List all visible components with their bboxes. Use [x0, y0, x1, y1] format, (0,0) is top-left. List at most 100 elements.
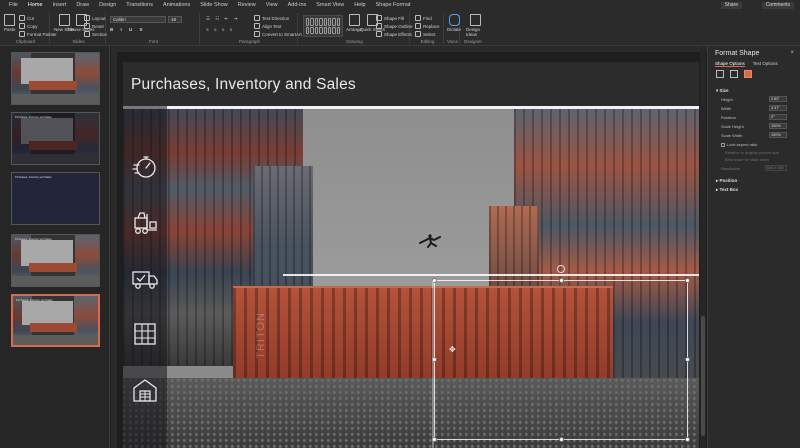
slide-thumbnail-5[interactable]: 5 Purchases, Inventory and Sales — [11, 294, 100, 347]
design-ideas-button[interactable]: Design Ideas — [466, 14, 484, 37]
tab-review[interactable]: Review — [233, 0, 261, 11]
paste-button[interactable]: Paste — [4, 14, 16, 32]
scale-width-field[interactable]: 100% — [769, 132, 787, 138]
delivery-truck-icon[interactable] — [131, 264, 159, 292]
tab-text-options[interactable]: Text Options — [753, 61, 778, 67]
tab-draw[interactable]: Draw — [71, 0, 94, 11]
shape-fill-button[interactable]: Shape Fill — [376, 15, 404, 21]
resize-handle-top[interactable] — [559, 278, 564, 283]
tab-file[interactable]: File — [4, 0, 23, 11]
tab-shape-format[interactable]: Shape Format — [371, 0, 416, 11]
cut-button[interactable]: Cut — [19, 15, 34, 21]
layout-button[interactable]: Layout — [84, 15, 106, 21]
cursor-icon — [415, 31, 421, 37]
slide-title[interactable]: Purchases, Inventory and Sales — [131, 76, 356, 94]
comments-button[interactable]: Comments — [761, 2, 794, 9]
lock-aspect-checkbox[interactable]: Lock aspect ratio — [721, 142, 757, 147]
resize-handle-top-right[interactable] — [685, 278, 690, 283]
brush-icon — [19, 31, 25, 37]
tab-transitions[interactable]: Transitions — [121, 0, 158, 11]
fill-line-icon[interactable] — [716, 70, 724, 78]
tab-insert[interactable]: Insert — [48, 0, 72, 11]
resize-handle-bottom[interactable] — [559, 437, 564, 442]
microphone-icon — [448, 14, 460, 26]
pallet-shelf-icon[interactable] — [131, 320, 159, 348]
shape-effects-button[interactable]: Shape Effects — [376, 31, 412, 37]
share-button[interactable]: Share — [720, 2, 742, 9]
effects-pentagon-icon[interactable] — [730, 70, 738, 78]
textbox-section-header[interactable]: ▸ Text Box — [716, 187, 738, 193]
resize-handle-right[interactable] — [685, 357, 690, 362]
stopwatch-icon[interactable] — [131, 152, 159, 180]
section-icon — [84, 31, 90, 37]
vertical-scrollbar[interactable] — [700, 46, 706, 448]
size-section-header[interactable]: ▾ Size — [716, 88, 729, 94]
font-format-buttons[interactable]: B I U S — [110, 27, 146, 32]
reset-button[interactable]: Reset — [84, 23, 104, 29]
text-direction-button[interactable]: Text Direction — [254, 15, 289, 21]
search-icon — [415, 15, 421, 21]
find-button[interactable]: Find — [415, 15, 432, 21]
size-properties-icon[interactable] — [744, 70, 752, 78]
align-buttons[interactable]: ≡ ≡ ≡ ≡ — [206, 27, 234, 32]
font-name-field[interactable]: Calibri — [110, 16, 166, 23]
shape-outline-button[interactable]: Shape Outline — [376, 23, 413, 29]
font-size-field[interactable]: 18 — [168, 16, 182, 23]
warehouse-icon[interactable] — [131, 376, 159, 404]
rotation-field[interactable]: 0° — [769, 114, 787, 120]
font-label: Font — [148, 39, 158, 44]
tab-help[interactable]: Help — [349, 0, 370, 11]
convert-smartart-button[interactable]: Convert to SmartArt — [254, 31, 302, 37]
resolution-row: Resolution 640 x 480 — [721, 165, 793, 173]
paragraph-group: ☰ ☷ ⇤ ⇥ ≡ ≡ ≡ ≡ Text Direction Align Tex… — [202, 13, 302, 44]
font-group: Calibri 18 B I U S Font — [108, 13, 200, 44]
copy-button[interactable]: Copy — [19, 23, 38, 29]
tab-animations[interactable]: Animations — [158, 0, 195, 11]
rotate-handle[interactable] — [557, 265, 565, 273]
list-buttons[interactable]: ☰ ☷ ⇤ ⇥ — [206, 16, 239, 22]
pane-title: Format Shape — [715, 50, 760, 57]
slide-thumbnail-3[interactable]: 3 Purchases, Inventory and Sales — [11, 172, 100, 225]
select-button[interactable]: Select — [415, 31, 436, 37]
width-field[interactable]: 4.37" — [769, 105, 787, 111]
layout-icon — [84, 15, 90, 21]
relative-original-checkbox[interactable]: Relative to original picture size — [725, 150, 779, 155]
scrollbar-thumb[interactable] — [701, 316, 705, 436]
position-section-header[interactable]: ▸ Position — [716, 178, 737, 184]
vertical-ruler — [111, 46, 117, 448]
tab-home[interactable]: Home — [22, 0, 48, 12]
slide-thumbnail-2[interactable]: 2 Purchases, Inventory and Sales — [11, 112, 100, 165]
scale-height-row: Scale Height 100% — [721, 123, 793, 131]
paste-icon — [4, 14, 16, 26]
tab-design[interactable]: Design — [94, 0, 121, 11]
paint-bucket-icon — [376, 15, 382, 21]
replace-icon — [415, 23, 421, 29]
ribbon: Paste Cut Copy Format Painter Clipboard … — [0, 11, 800, 46]
reset-icon — [84, 23, 90, 29]
scale-height-field[interactable]: 100% — [769, 123, 787, 129]
dictate-button[interactable]: Dictate — [447, 14, 461, 32]
text-direction-icon — [254, 15, 260, 21]
close-icon[interactable]: × — [790, 50, 794, 56]
best-scale-checkbox[interactable]: Best scale for slide show — [725, 157, 769, 162]
resize-handle-bottom-right[interactable] — [685, 437, 690, 442]
align-text-button[interactable]: Align Text — [254, 23, 281, 29]
designer-group: Design Ideas Designer — [462, 13, 484, 44]
rotation-row: Rotation 0° — [721, 114, 793, 122]
forklift-icon[interactable] — [131, 208, 159, 236]
slide-thumbnail-1[interactable]: 1 — [11, 52, 100, 105]
shapes-gallery[interactable] — [303, 15, 343, 37]
tab-add-ins[interactable]: Add-ins — [283, 0, 312, 11]
section-button[interactable]: Section — [84, 31, 107, 37]
replace-button[interactable]: Replace — [415, 23, 440, 29]
tab-view[interactable]: View — [261, 0, 283, 11]
height-field[interactable]: 2.62" — [769, 96, 787, 102]
tab-smart-view[interactable]: Smart View — [311, 0, 349, 11]
shape-selection-box[interactable] — [432, 278, 690, 442]
paragraph-label: Paragraph — [238, 39, 260, 44]
pane-category-icons — [716, 70, 752, 78]
tab-slide-show[interactable]: Slide Show — [195, 0, 233, 11]
slide-thumbnail-4[interactable]: 4 Purchases, Inventory and Sales — [11, 234, 100, 287]
powerpoint-window: File Home Insert Draw Design Transitions… — [0, 0, 800, 448]
tab-shape-options[interactable]: Shape Options — [715, 61, 745, 67]
